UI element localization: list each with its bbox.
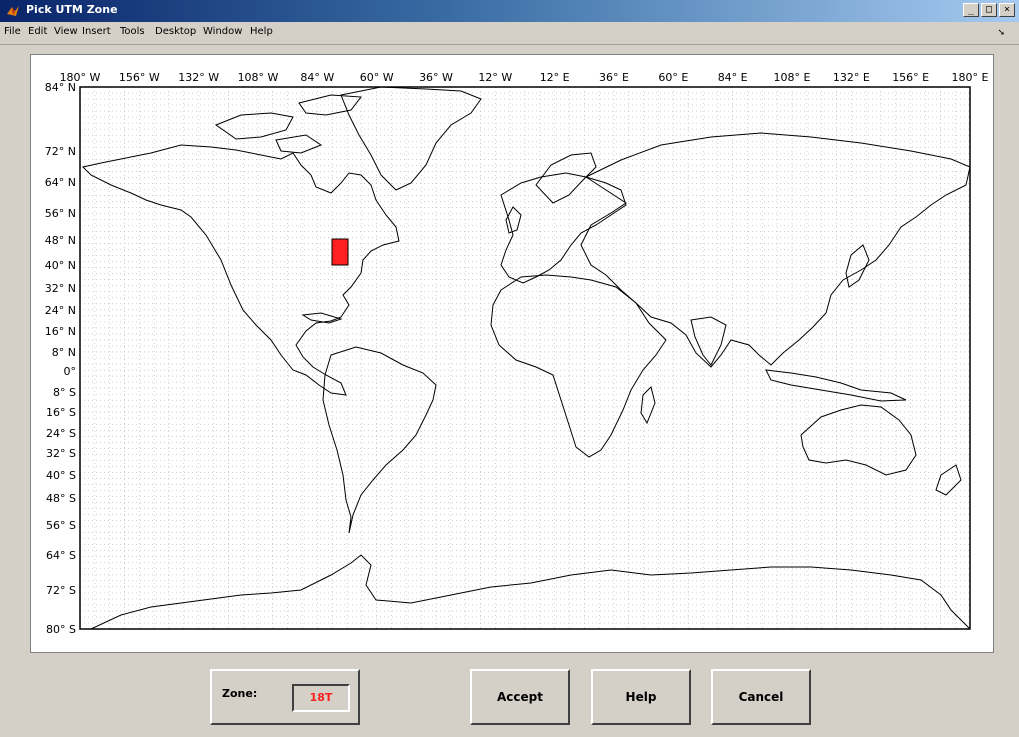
- world-map[interactable]: 180° W 156° W 132° W 108° W 84° W 60° W 36° W1…: [31, 55, 993, 652]
- africa-outline: [490, 274, 667, 458]
- accept-button[interactable]: Accept: [470, 669, 570, 725]
- arctic-islands-outline: [214, 94, 362, 154]
- australia-outline: [800, 404, 917, 476]
- figure-panel: 180° W 156° W 132° W 108° W 84° W 60° W 36° W1…: [30, 54, 994, 653]
- latitude-label: 24° N: [45, 304, 76, 317]
- longitude-label: 156° E: [892, 71, 929, 84]
- menu-view[interactable]: View: [54, 26, 78, 37]
- latitude-label: 48° S: [46, 492, 76, 505]
- latitude-label: 64° S: [46, 549, 76, 562]
- latitude-label: 8° N: [52, 346, 76, 359]
- matlab-logo-icon: [7, 6, 19, 16]
- latitude-label: 72° N: [45, 145, 76, 158]
- latitude-label: 24° S: [46, 427, 76, 440]
- japan-outline: [845, 244, 870, 288]
- latitude-label: 40° S: [46, 469, 76, 482]
- longitude-label: 60° W: [360, 71, 394, 84]
- longitude-label: 156° W: [119, 71, 160, 84]
- longitude-label: 84° W: [300, 71, 334, 84]
- longitude-label: 180° E: [952, 71, 989, 84]
- dock-arrow-icon[interactable]: ➘: [997, 28, 1005, 38]
- title-bar[interactable]: Pick UTM Zone _ □ ×: [0, 0, 1019, 22]
- longitude-label: 36° W: [419, 71, 453, 84]
- longitude-label: 12° E: [540, 71, 570, 84]
- menu-insert[interactable]: Insert: [82, 26, 111, 37]
- help-button[interactable]: Help: [591, 669, 691, 725]
- north-america-outline: [82, 144, 400, 396]
- latitude-label: 56° N: [45, 207, 76, 220]
- latitude-label: 8° S: [53, 386, 76, 399]
- latitude-labels: 84° N 72° N 64° N 56° N 48° N 40° N 32° N 24° N…: [45, 81, 76, 636]
- selected-zone-highlight[interactable]: [331, 238, 349, 266]
- window-title: Pick UTM Zone: [26, 3, 118, 16]
- latitude-label: 48° N: [45, 234, 76, 247]
- indonesia-outline: [765, 369, 907, 402]
- latitude-label: 32° S: [46, 447, 76, 460]
- menu-bar: File Edit View Insert Tools Desktop Wind…: [0, 22, 1019, 45]
- zone-panel: Zone: 18T: [210, 669, 360, 725]
- antarctica-outline: [90, 554, 970, 629]
- cancel-button[interactable]: Cancel: [711, 669, 811, 725]
- uk-outline: [505, 206, 522, 234]
- latitude-label: 80° S: [46, 623, 76, 636]
- zone-label: Zone:: [222, 687, 258, 700]
- latitude-label: 84° N: [45, 81, 76, 94]
- south-america-outline: [322, 346, 437, 534]
- madagascar-outline: [640, 386, 656, 425]
- latitude-label: 72° S: [46, 584, 76, 597]
- longitude-label: 132° E: [833, 71, 870, 84]
- longitude-label: 108° E: [774, 71, 811, 84]
- close-button[interactable]: ×: [999, 3, 1015, 17]
- latitude-label: 56° S: [46, 519, 76, 532]
- menu-edit[interactable]: Edit: [28, 26, 47, 37]
- longitude-label: 12° W: [478, 71, 512, 84]
- latitude-label: 0°: [64, 365, 77, 378]
- minimize-button[interactable]: _: [963, 3, 979, 17]
- zone-value-field: 18T: [292, 684, 350, 712]
- longitude-label: 108° W: [238, 71, 279, 84]
- menu-window[interactable]: Window: [203, 26, 242, 37]
- longitude-labels: 180° W 156° W 132° W 108° W 84° W 60° W 36° W1…: [60, 71, 989, 84]
- greenland-outline: [340, 87, 482, 191]
- longitude-label: 60° E: [658, 71, 688, 84]
- europe-outline: [500, 172, 627, 284]
- menu-desktop[interactable]: Desktop: [155, 26, 196, 37]
- latitude-label: 16° S: [46, 406, 76, 419]
- latitude-label: 16° N: [45, 325, 76, 338]
- menu-help[interactable]: Help: [250, 26, 273, 37]
- asia-outline: [580, 132, 970, 368]
- latitude-label: 32° N: [45, 282, 76, 295]
- map-grid: [79, 86, 971, 629]
- longitude-label: 132° W: [178, 71, 219, 84]
- menu-file[interactable]: File: [4, 26, 21, 37]
- latitude-label: 40° N: [45, 259, 76, 272]
- cuba-outline: [301, 312, 343, 324]
- menu-tools[interactable]: Tools: [120, 26, 145, 37]
- latitude-label: 64° N: [45, 176, 76, 189]
- longitude-label: 36° E: [599, 71, 629, 84]
- maximize-button[interactable]: □: [981, 3, 997, 17]
- longitude-label: 84° E: [718, 71, 748, 84]
